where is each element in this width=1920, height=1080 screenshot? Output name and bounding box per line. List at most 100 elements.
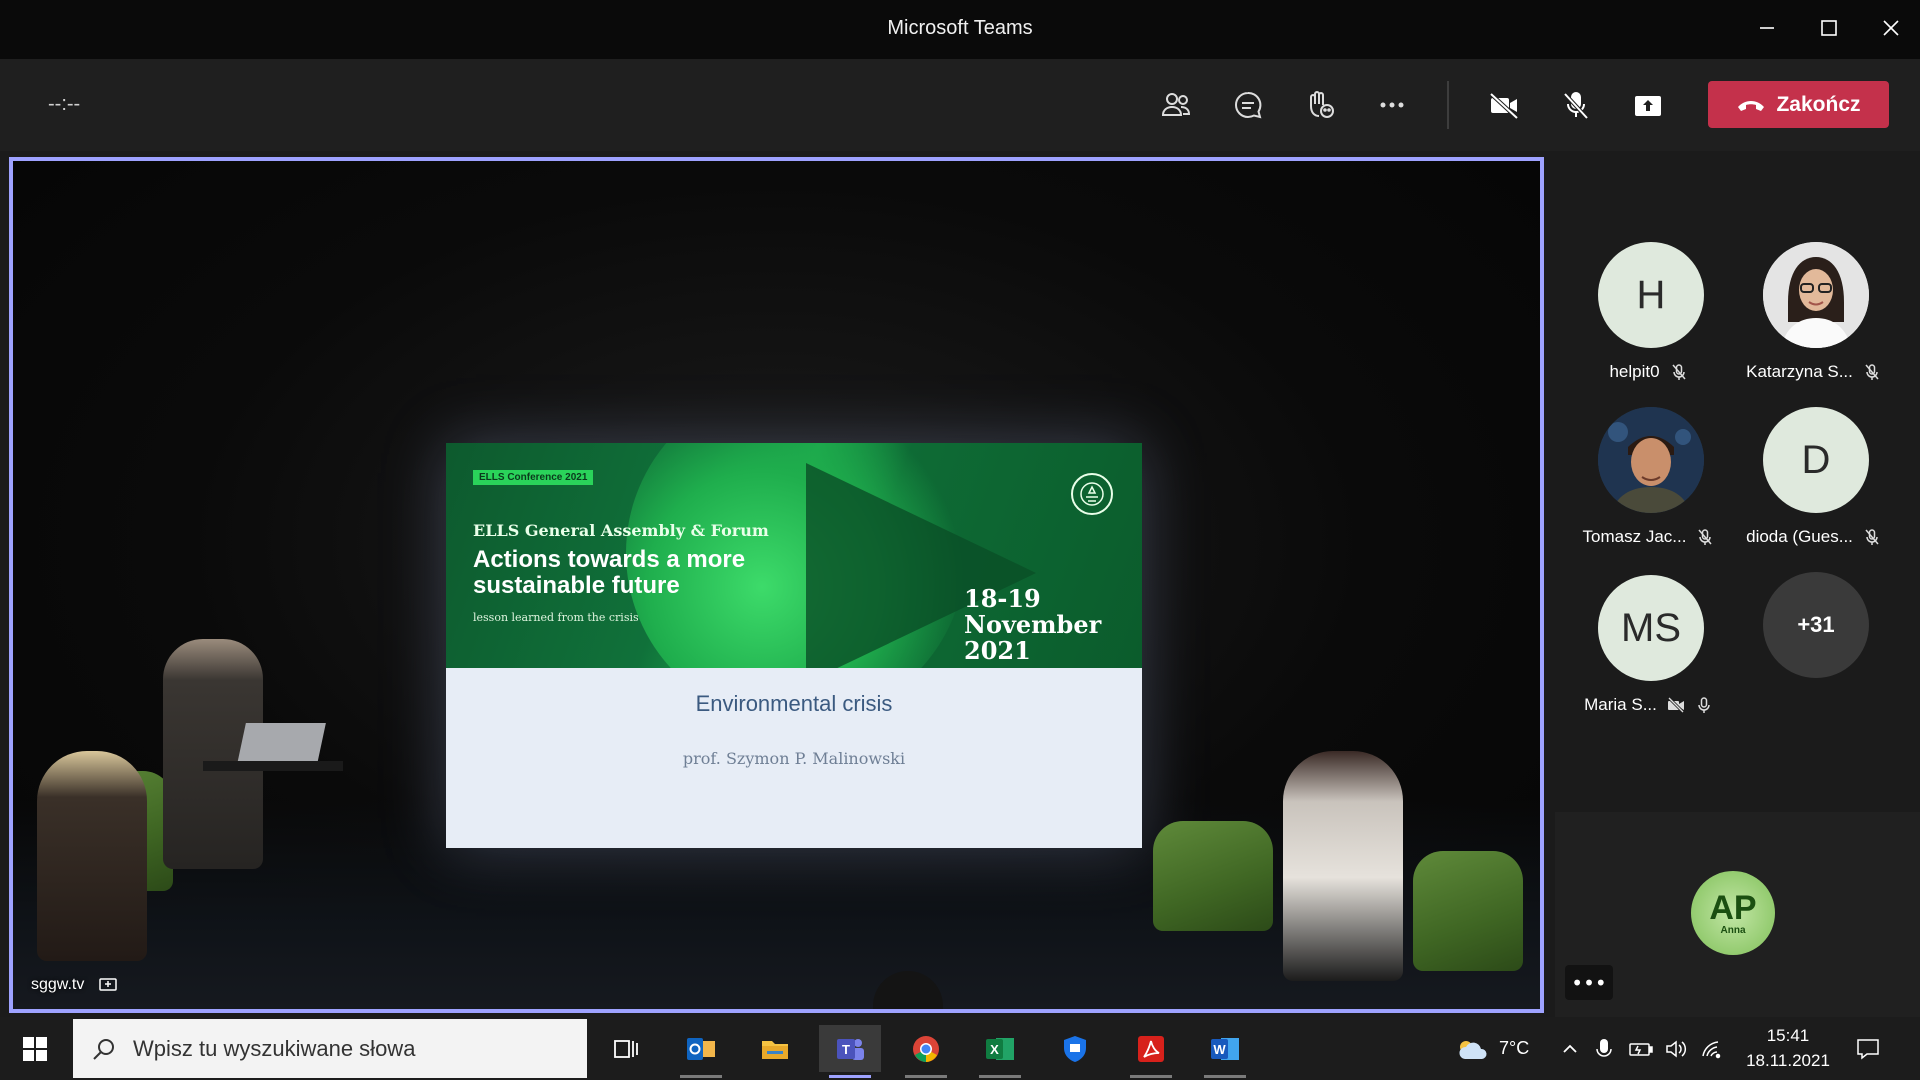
word-icon: W <box>1211 1037 1239 1060</box>
outlook-app[interactable] <box>670 1025 732 1078</box>
window-titlebar: Microsoft Teams <box>0 0 1920 59</box>
minimize-button[interactable] <box>1738 0 1796 56</box>
chrome-app[interactable] <box>895 1025 957 1078</box>
panelist-figure <box>1283 751 1403 981</box>
participant-tile[interactable]: H helpit0 <box>1566 242 1731 392</box>
reactions-button[interactable] <box>1294 79 1346 131</box>
slide-headline: Actions towards a more sustainable futur… <box>473 546 746 599</box>
mic-toggle-button[interactable] <box>1550 79 1602 131</box>
participant-avatar: MS <box>1598 575 1704 681</box>
svg-text:W: W <box>1213 1042 1226 1057</box>
participant-avatar: D <box>1763 407 1869 513</box>
teams-icon: T <box>837 1038 864 1060</box>
stage-chair <box>1153 821 1273 931</box>
camera-off-icon <box>1489 92 1519 120</box>
toolbar-separator <box>1447 81 1449 129</box>
participant-name: helpit0 <box>1609 362 1660 381</box>
file-explorer-app[interactable] <box>744 1025 806 1072</box>
mic-off-icon <box>1865 364 1879 380</box>
meeting-toolbar: --:-- Zakończ <box>0 59 1920 151</box>
camera-toggle-button[interactable] <box>1478 79 1530 131</box>
slide-author: prof. Szymon P. Malinowski <box>682 749 906 768</box>
man-portrait-icon <box>1598 407 1704 513</box>
taskbar-clock[interactable]: 15:41 18.11.2021 <box>1738 1023 1838 1073</box>
meeting-timer: --:-- <box>48 93 81 115</box>
chevron-up-icon <box>1563 1044 1577 1053</box>
raise-hand-icon <box>1310 91 1334 118</box>
close-button[interactable] <box>1862 0 1920 56</box>
task-view-button[interactable] <box>594 1025 656 1072</box>
woman-portrait-icon <box>1763 242 1869 348</box>
participant-photo-avatar <box>1763 242 1869 348</box>
participant-tile[interactable]: Tomasz Jac... <box>1566 407 1731 557</box>
microphone-icon <box>1596 1038 1612 1057</box>
window-title: Microsoft Teams <box>887 17 1033 39</box>
mic-off-icon <box>1671 364 1686 380</box>
self-view-more-button[interactable]: ••• <box>1565 965 1613 1000</box>
participant-name: Tomasz Jac... <box>1582 527 1687 546</box>
shared-video[interactable]: ELLS Conference 2021 ELLS General Assemb… <box>9 157 1544 1013</box>
taskbar-search[interactable] <box>73 1019 587 1078</box>
participant-photo-avatar <box>1598 407 1704 513</box>
chat-icon <box>1235 91 1262 119</box>
more-participants-tile[interactable]: +31 <box>1731 572 1896 722</box>
participant-name: Katarzyna S... <box>1746 362 1853 381</box>
university-logo-icon <box>1071 473 1113 515</box>
stage-chair <box>1413 851 1523 971</box>
participants-button[interactable] <box>1150 79 1202 131</box>
participant-tile[interactable]: MS Maria S... <box>1566 575 1731 725</box>
speaker-icon <box>1666 1039 1687 1058</box>
chrome-icon <box>913 1035 939 1062</box>
video-source-label: sggw.tv <box>31 975 118 995</box>
tray-mic-button[interactable] <box>1594 1017 1614 1080</box>
weather-widget[interactable]: 7°C <box>1455 1017 1529 1080</box>
participant-avatar: H <box>1598 242 1704 348</box>
battery-icon <box>1629 1042 1653 1056</box>
cloud-icon <box>1459 1040 1487 1059</box>
people-icon <box>1161 93 1191 116</box>
teams-app[interactable]: T <box>819 1025 881 1078</box>
tray-volume-button[interactable] <box>1664 1017 1688 1080</box>
tray-power-button[interactable] <box>1628 1017 1654 1080</box>
mic-off-icon <box>1698 529 1713 545</box>
camera-off-icon <box>1667 696 1684 714</box>
tray-overflow-button[interactable] <box>1560 1017 1580 1080</box>
maximize-icon <box>1821 20 1837 36</box>
hang-up-icon <box>1738 100 1765 111</box>
end-call-label: Zakończ <box>1776 92 1861 116</box>
word-app[interactable]: W <box>1194 1025 1256 1078</box>
notifications-button[interactable] <box>1855 1017 1881 1080</box>
excel-app[interactable]: X <box>969 1025 1031 1078</box>
search-input[interactable] <box>133 1035 573 1062</box>
tray-network-button[interactable] <box>1700 1017 1724 1080</box>
self-avatar: AP Anna <box>1691 871 1775 955</box>
acrobat-app[interactable] <box>1120 1025 1182 1078</box>
participant-tile[interactable]: D dioda (Gues... <box>1731 407 1896 557</box>
minimize-icon <box>1760 27 1774 29</box>
search-icon <box>93 1038 114 1060</box>
source-name: sggw.tv <box>31 976 85 993</box>
chat-button[interactable] <box>1222 79 1274 131</box>
defender-app[interactable] <box>1044 1025 1106 1072</box>
start-button[interactable] <box>4 1025 66 1072</box>
windows-taskbar: T X W 7°C 15:41 18.11.2021 <box>0 1017 1920 1080</box>
more-icon <box>1380 102 1404 108</box>
share-screen-button[interactable] <box>1622 79 1674 131</box>
share-tray-icon <box>1635 96 1661 116</box>
task-view-icon <box>614 1039 638 1058</box>
more-actions-button[interactable] <box>1366 79 1418 131</box>
presentation-slide: ELLS Conference 2021 ELLS General Assemb… <box>446 443 1142 848</box>
end-call-button[interactable]: Zakończ <box>1708 81 1889 128</box>
participant-tile[interactable]: Katarzyna S... <box>1731 242 1896 392</box>
self-initials: AP <box>1709 888 1757 927</box>
wifi-icon <box>1702 1040 1721 1058</box>
clock-time: 15:41 <box>1766 1026 1810 1045</box>
shield-icon <box>1064 1035 1086 1062</box>
maximize-button[interactable] <box>1800 0 1858 56</box>
weather-temp: 7°C <box>1499 1038 1530 1058</box>
slide-banner: ELLS Conference 2021 ELLS General Assemb… <box>446 443 1142 668</box>
mic-off-icon <box>1865 529 1879 545</box>
lectern <box>203 761 343 771</box>
outlook-icon <box>687 1037 715 1060</box>
slide-subtitle: ELLS General Assembly & Forum <box>473 521 769 540</box>
